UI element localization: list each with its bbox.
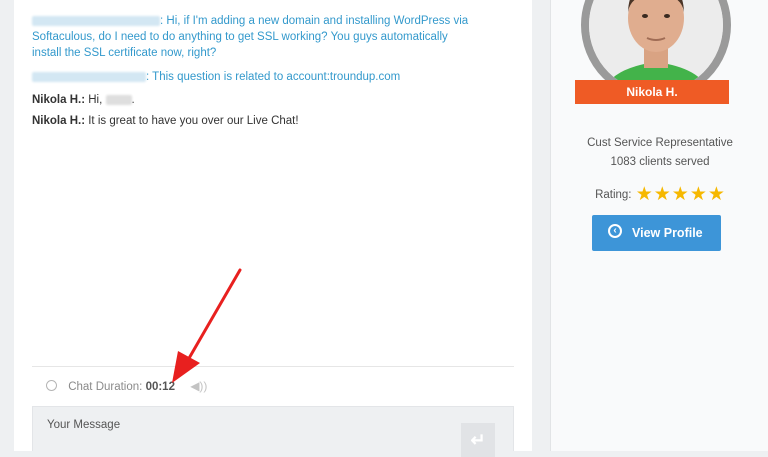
star-icon: ★ — [689, 184, 707, 205]
chat-message-continued: install the SSL certificate now, right? — [32, 46, 216, 61]
chat-message-text: Softaculous, do I need to do anything to… — [32, 31, 448, 43]
chat-message: : This question is related to account:tr… — [32, 70, 400, 85]
chat-message: Nikola H.: It is great to have you over … — [32, 114, 299, 129]
chat-message-text: Hi, — [85, 94, 103, 106]
chat-sender: Nikola H.: — [32, 94, 86, 106]
arrow-left-circle-icon: ‹ — [608, 224, 622, 238]
chat-message-text: : This question is related to account:tr… — [146, 71, 401, 83]
star-icon: ★ — [707, 184, 725, 205]
star-icon: ★ — [635, 184, 653, 205]
agent-role: Cust Service Representative — [587, 137, 733, 149]
send-icon: ↵ — [470, 430, 486, 450]
agent-name: Nikola H. — [626, 85, 678, 99]
rating-label: Rating: — [595, 189, 632, 201]
chat-duration-label: Chat Duration: — [68, 381, 143, 393]
redacted-name — [32, 15, 160, 26]
speaker-icon[interactable]: ◀)) — [190, 379, 207, 393]
chat-message-text: : Hi, if I'm adding a new domain and ins… — [160, 15, 469, 27]
chat-message: : Hi, if I'm adding a new domain and ins… — [32, 14, 468, 29]
chat-message: Nikola H.: Hi, . — [32, 94, 135, 106]
agent-rating: Rating: ★★★★★ — [551, 183, 768, 206]
clock-icon — [46, 380, 57, 391]
chat-duration-value: 00:12 — [145, 381, 175, 393]
redacted-name — [105, 94, 132, 105]
chat-message-text: install the SSL certificate now, right? — [32, 47, 217, 59]
chat-sender: Nikola H.: — [32, 115, 86, 127]
star-icon: ★ — [671, 184, 689, 205]
agent-profile-panel: Nikola H. Cust Service Representative 10… — [550, 0, 768, 451]
chat-panel: : Hi, if I'm adding a new domain and ins… — [14, 0, 532, 457]
send-button[interactable]: ↵ — [461, 423, 495, 457]
message-input-box: ↵ — [32, 406, 514, 457]
star-icon: ★ — [653, 184, 671, 205]
message-input[interactable] — [33, 407, 513, 451]
agent-name-ribbon: Nikola H. — [563, 80, 741, 110]
redacted-name — [32, 71, 146, 82]
view-profile-label: View Profile — [632, 226, 703, 240]
chat-message-continued: Softaculous, do I need to do anything to… — [32, 30, 448, 45]
chat-duration-bar: Chat Duration: 00:12 ◀)) — [32, 366, 514, 393]
chat-message-text: It is great to have you over our Live Ch… — [85, 115, 299, 127]
clients-served: 1083 clients served — [610, 156, 710, 168]
agent-photo — [589, 0, 723, 92]
view-profile-button[interactable]: ‹ View Profile — [592, 215, 721, 251]
rating-stars: ★★★★★ — [635, 184, 725, 205]
